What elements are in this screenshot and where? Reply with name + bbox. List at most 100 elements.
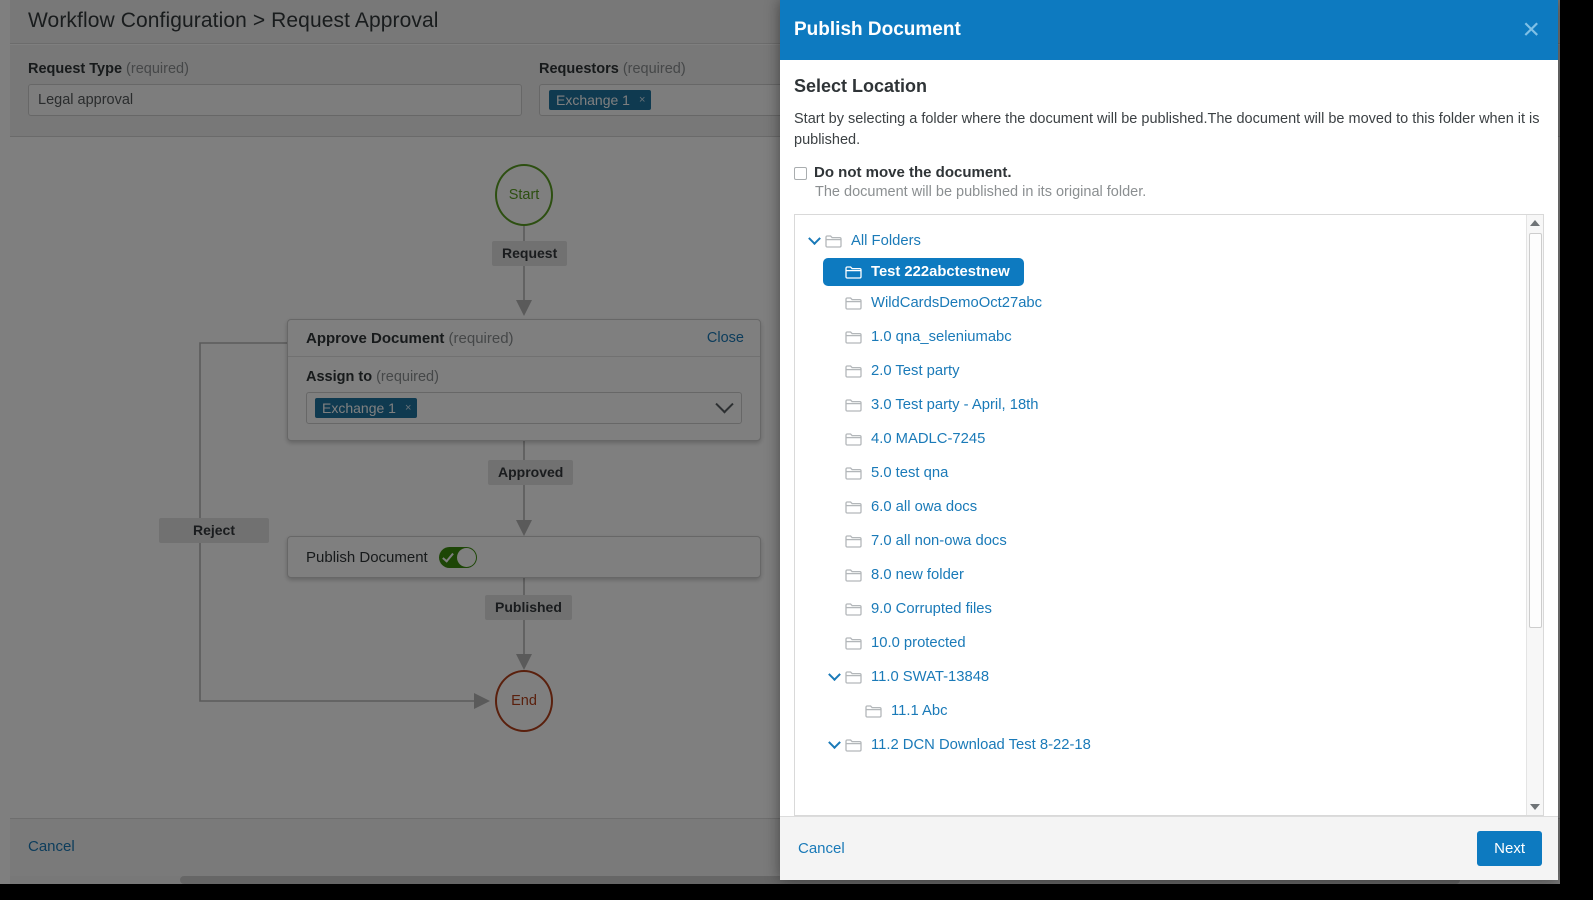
tree-scrollbar-thumb[interactable] [1529, 233, 1542, 629]
tree-row: 4.0 MADLC-7245 [795, 422, 1526, 456]
folder-icon [845, 432, 869, 446]
folder-icon [825, 234, 849, 248]
edge-label-request: Request [492, 241, 568, 266]
do-not-move-checkbox-row[interactable]: Do not move the document. [794, 164, 1544, 181]
assignee-token[interactable]: Exchange 1 × [315, 398, 418, 418]
approve-card-body: Assign to (required) Exchange 1 × [288, 357, 760, 424]
tree-row: 2.0 Test party [795, 354, 1526, 388]
required-marker: (required) [126, 61, 189, 77]
select-location-heading: Select Location [794, 76, 928, 96]
dialog-cancel-button[interactable]: Cancel [798, 840, 845, 857]
assign-to-select[interactable]: Exchange 1 × [306, 392, 742, 424]
tree-row: 9.0 Corrupted files [795, 592, 1526, 626]
chevron-down-icon[interactable] [715, 394, 734, 413]
tree-row: 8.0 new folder [795, 558, 1526, 592]
tree-item[interactable]: 11.2 DCN Download Test 8-22-18 [823, 728, 1091, 762]
chevron-down-icon[interactable] [823, 735, 845, 750]
folder-icon [845, 500, 869, 514]
request-type-value: Legal approval [38, 92, 134, 108]
request-type-field: Request Type (required) Legal approval [28, 61, 522, 116]
tree-item[interactable]: 9.0 Corrupted files [823, 592, 992, 626]
tree-item[interactable]: All Folders [803, 224, 921, 258]
folder-icon [845, 364, 869, 378]
tree-item-label: 11.1 Abc [891, 703, 948, 720]
tree-item-label: Test 222abctestnew [871, 264, 1010, 281]
tree-item[interactable]: 7.0 all non-owa docs [823, 524, 1007, 558]
folder-icon [845, 398, 869, 412]
chevron-down-icon[interactable] [803, 231, 825, 246]
tree-item-label: 5.0 test qna [871, 465, 949, 482]
tree-item[interactable]: 11.1 Abc [843, 694, 948, 728]
do-not-move-sublabel: The document will be published in its or… [815, 184, 1147, 201]
edge-label-published: Published [485, 595, 572, 620]
dialog-body: Select Location Start by selecting a fol… [780, 60, 1558, 816]
toggle-knob [456, 547, 476, 567]
approve-document-card[interactable]: Approve Document (required) Close Assign… [287, 319, 761, 441]
tree-item-label: 11.2 DCN Download Test 8-22-18 [871, 737, 1091, 754]
folder-icon [865, 704, 889, 718]
tree-item[interactable]: WildCardsDemoOct27abc [823, 286, 1042, 320]
tree-item-label: 11.0 SWAT-13848 [871, 669, 990, 686]
tree-row: All Folders [795, 224, 1526, 258]
workflow-node-start[interactable]: Start [495, 164, 553, 226]
remove-token-icon[interactable]: × [405, 398, 411, 418]
folder-icon [845, 534, 869, 548]
close-icon[interactable]: × [1522, 15, 1540, 45]
tree-item[interactable]: 2.0 Test party [823, 354, 960, 388]
do-not-move-label: Do not move the document. [814, 164, 1012, 182]
tree-item-label: 6.0 all owa docs [871, 499, 978, 516]
tree-item-label: 2.0 Test party [871, 363, 960, 380]
required-marker: (required) [448, 329, 514, 347]
approve-card-header: Approve Document (required) Close [288, 320, 760, 357]
screen-root: Workflow Configuration > Request Approva… [0, 0, 1593, 900]
required-marker: (required) [376, 369, 439, 385]
background-cancel-button[interactable]: Cancel [28, 838, 75, 855]
scroll-down-button[interactable] [1527, 799, 1543, 815]
approve-card-close-button[interactable]: Close [707, 330, 744, 346]
folder-tree-panel[interactable]: All Folders Test 222abctestnew WildCardsDe… [794, 214, 1544, 816]
workflow-node-end[interactable]: End [495, 670, 553, 732]
tree-item[interactable]: 11.0 SWAT-13848 [823, 660, 989, 694]
folder-icon [845, 568, 869, 582]
publish-document-dialog: Publish Document × Select Location Start… [780, 0, 1558, 880]
next-button[interactable]: Next [1477, 831, 1542, 866]
tree-item-label: 8.0 new folder [871, 567, 964, 584]
folder-icon [845, 466, 869, 480]
tree-item[interactable]: 10.0 protected [823, 626, 966, 660]
assignee-token-label: Exchange 1 [322, 400, 396, 416]
folder-icon [845, 330, 869, 344]
remove-token-icon[interactable]: × [639, 90, 645, 110]
folder-icon [845, 670, 869, 684]
scroll-up-button[interactable] [1527, 215, 1543, 231]
tree-row: 5.0 test qna [795, 456, 1526, 490]
tree-item[interactable]: 8.0 new folder [823, 558, 964, 592]
assign-to-label: Assign to (required) [306, 369, 439, 385]
tree-item[interactable]: Test 222abctestnew [823, 258, 1024, 287]
folder-tree[interactable]: All Folders Test 222abctestnew WildCardsDe… [795, 215, 1526, 815]
tree-item[interactable]: 1.0 qna_seleniumabc [823, 320, 1012, 354]
required-marker: (required) [622, 61, 686, 77]
folder-icon [845, 636, 869, 650]
approve-card-title: Approve Document (required) [306, 329, 514, 347]
tree-item[interactable]: 4.0 MADLC-7245 [823, 422, 985, 456]
tree-row: WildCardsDemoOct27abc [795, 286, 1526, 320]
tree-item[interactable]: 5.0 test qna [823, 456, 948, 490]
request-type-input[interactable]: Legal approval [28, 84, 522, 116]
tree-vertical-scrollbar[interactable] [1526, 215, 1543, 815]
chevron-down-icon [1530, 804, 1540, 810]
tree-item-label: 4.0 MADLC-7245 [871, 431, 986, 448]
tree-item[interactable]: 3.0 Test party - April, 18th [823, 388, 1039, 422]
tree-row: Test 222abctestnew [795, 258, 1526, 287]
check-icon [441, 549, 454, 563]
folder-icon [845, 738, 869, 752]
publish-document-card[interactable]: Publish Document [287, 536, 761, 578]
requestor-token[interactable]: Exchange 1 × [549, 90, 652, 110]
tree-item-label: 1.0 qna_seleniumabc [871, 329, 1012, 346]
requestor-token-label: Exchange 1 [556, 92, 630, 108]
publish-toggle[interactable] [438, 546, 477, 568]
chevron-down-icon[interactable] [823, 667, 845, 682]
tree-item-label: 3.0 Test party - April, 18th [871, 397, 1039, 414]
tree-item[interactable]: 6.0 all owa docs [823, 490, 977, 524]
do-not-move-checkbox[interactable] [794, 167, 807, 181]
publish-card-title: Publish Document [306, 548, 428, 566]
